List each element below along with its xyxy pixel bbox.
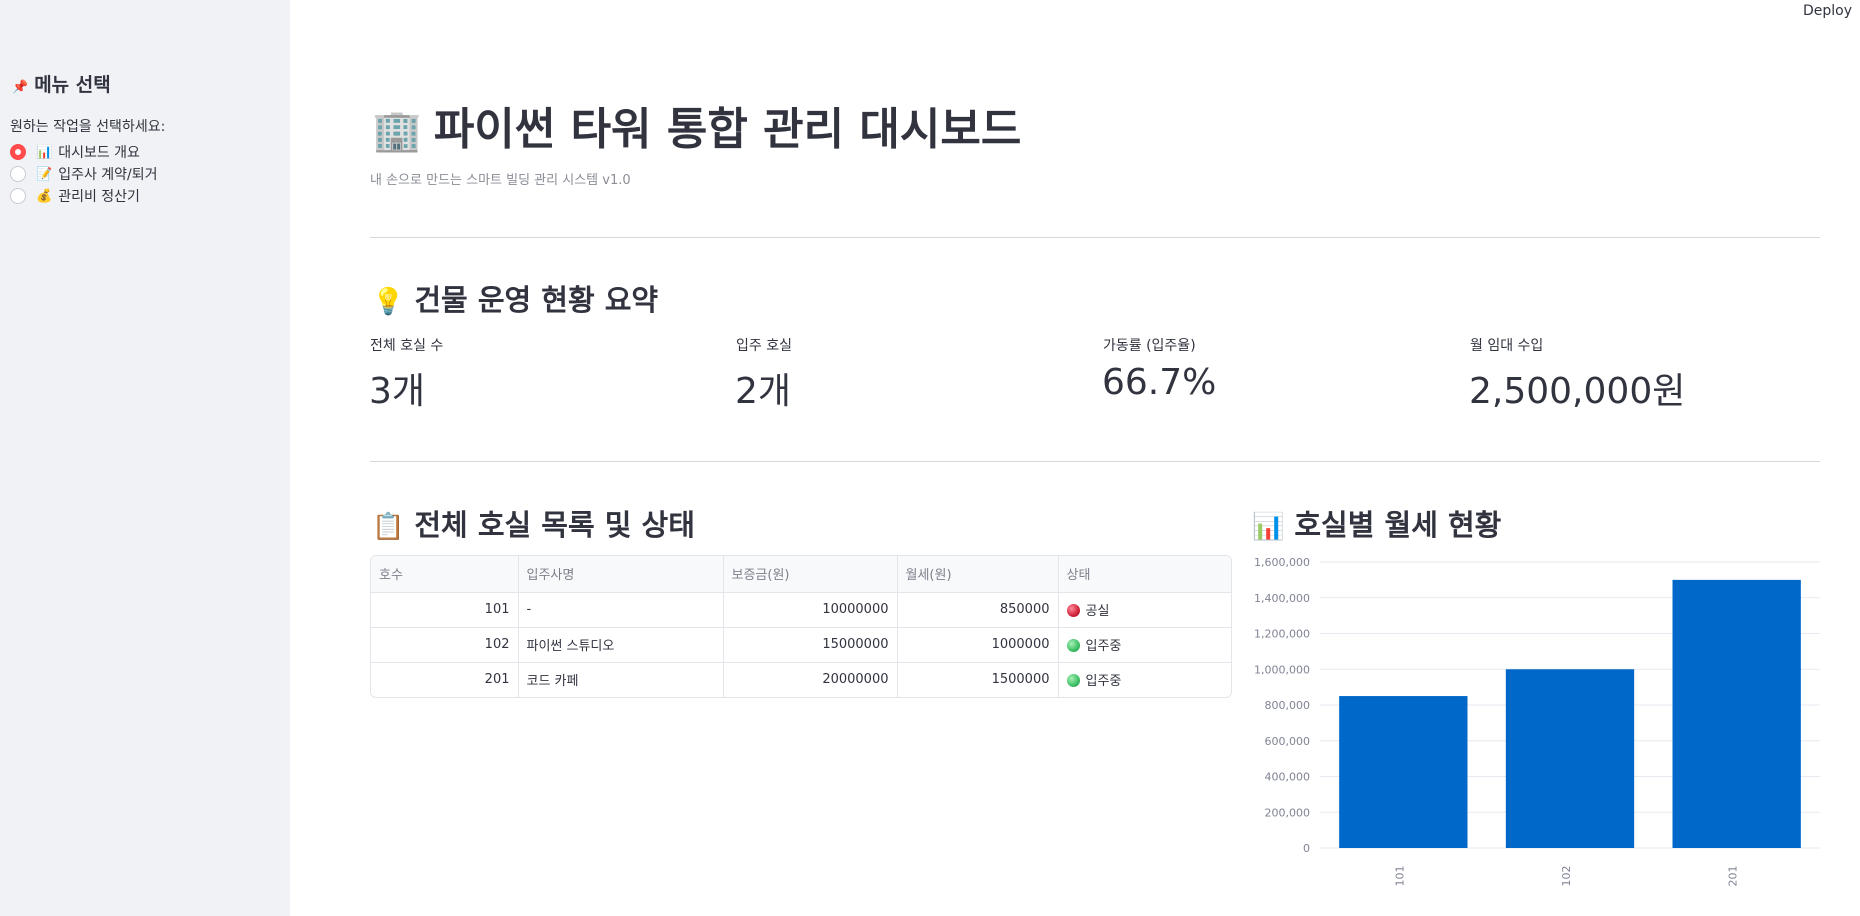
- table-row: 101 - 10000000 850000 공실: [371, 592, 1231, 628]
- y-tick-label: 1,200,000: [1254, 628, 1310, 641]
- x-tick-label: 101: [1393, 866, 1406, 887]
- metric-label-occupancy-rate: 가동률 (입주율): [1103, 338, 1196, 354]
- rent-bar-chart[interactable]: 0 200,000 400,000 600,000 800,000 1,000,000 1,…: [1240, 550, 1830, 900]
- status-text: 입주중: [1085, 639, 1122, 654]
- y-tick-label: 800,000: [1265, 699, 1311, 712]
- bar-102[interactable]: [1505, 669, 1635, 848]
- cell-deposit[interactable]: 20000000: [723, 662, 898, 697]
- x-tick-label: 102: [1560, 866, 1573, 887]
- menu-option-tenant-contract[interactable]: 📝 입주사 계약/퇴거: [10, 164, 158, 184]
- office-building-icon: 🏢: [372, 108, 422, 154]
- rooms-heading: 📋 전체 호실 목록 및 상태: [372, 502, 695, 544]
- cell-room[interactable]: 201: [371, 662, 519, 697]
- y-tick-label: 1,400,000: [1254, 592, 1310, 605]
- rooms-heading-text: 전체 호실 목록 및 상태: [414, 508, 695, 542]
- cell-status[interactable]: 공실: [1058, 592, 1231, 628]
- y-tick-label: 200,000: [1265, 806, 1311, 819]
- metric-label-occupied-rooms: 입주 호실: [736, 338, 792, 354]
- deploy-button[interactable]: Deploy: [1803, 3, 1852, 19]
- metric-label-monthly-income: 월 임대 수입: [1470, 338, 1544, 354]
- menu-option-dashboard[interactable]: 📊 대시보드 개요: [10, 142, 140, 162]
- sidebar-title: 📌 메뉴 선택: [12, 70, 111, 97]
- pushpin-icon: 📌: [12, 80, 29, 95]
- memo-icon: 📝: [36, 166, 53, 182]
- bar-101[interactable]: [1339, 696, 1468, 848]
- light-bulb-icon: 💡: [372, 287, 405, 317]
- menu-option-label: 관리비 정산기: [58, 189, 140, 205]
- summary-heading-text: 건물 운영 현황 요약: [414, 283, 659, 317]
- column-header-rent[interactable]: 월세(원): [897, 556, 1059, 593]
- column-header-tenant[interactable]: 입주사명: [518, 556, 724, 593]
- metric-label-total-rooms: 전체 호실 수: [370, 338, 444, 354]
- cell-rent[interactable]: 1500000: [897, 662, 1059, 697]
- column-header-room[interactable]: 호수: [371, 556, 519, 593]
- radio-unchecked-icon[interactable]: [10, 166, 26, 182]
- page-title: 🏢 파이썬 타워 통합 관리 대시보드: [372, 93, 1021, 157]
- y-tick-label: 1,000,000: [1254, 663, 1310, 676]
- y-tick-label: 0: [1303, 842, 1310, 855]
- divider: [370, 237, 1820, 238]
- cell-room[interactable]: 102: [371, 627, 519, 663]
- table-row: 102 파이썬 스튜디오 15000000 1000000 입주중: [371, 627, 1231, 663]
- y-tick-label: 1,600,000: [1254, 556, 1310, 569]
- column-header-status[interactable]: 상태: [1058, 556, 1231, 593]
- cell-status[interactable]: 입주중: [1058, 662, 1231, 697]
- cell-tenant[interactable]: 파이썬 스튜디오: [518, 627, 724, 663]
- metric-value-occupancy-rate: 66.7%: [1102, 362, 1217, 403]
- summary-heading: 💡 건물 운영 현황 요약: [372, 277, 658, 319]
- status-text: 입주중: [1085, 674, 1122, 690]
- cell-tenant[interactable]: 코드 카페: [518, 662, 724, 697]
- cell-rent[interactable]: 1000000: [897, 627, 1059, 663]
- metric-value-monthly-income: 2,500,000원: [1469, 371, 1686, 412]
- metric-value-occupied-rooms: 2개: [735, 371, 792, 412]
- clipboard-icon: 📋: [372, 512, 405, 542]
- divider: [370, 461, 1820, 462]
- y-tick-label: 400,000: [1265, 771, 1311, 784]
- x-tick-label: 201: [1727, 866, 1740, 887]
- cell-room[interactable]: 101: [371, 592, 519, 628]
- cell-deposit[interactable]: 15000000: [723, 627, 898, 663]
- rooms-table[interactable]: 호수 입주사명 보증금(원) 월세(원) 상태 101 - 10000000 8…: [370, 555, 1232, 698]
- cell-tenant[interactable]: -: [518, 592, 724, 628]
- y-tick-label: 600,000: [1265, 735, 1311, 748]
- cell-deposit[interactable]: 10000000: [723, 592, 898, 628]
- money-bag-icon: 💰: [36, 188, 53, 204]
- red-circle-icon: [1066, 604, 1080, 617]
- rent-chart-heading: 📊 호실별 월세 현황: [1252, 502, 1501, 544]
- table-row: 201 코드 카페 20000000 1500000 입주중: [371, 662, 1231, 697]
- sidebar-title-text: 메뉴 선택: [34, 74, 111, 96]
- status-text: 공실: [1085, 604, 1110, 619]
- menu-prompt: 원하는 작업을 선택하세요:: [10, 119, 166, 135]
- bar-chart-icon: 📊: [36, 144, 53, 160]
- column-header-deposit[interactable]: 보증금(원): [723, 556, 898, 593]
- menu-option-label: 대시보드 개요: [58, 145, 140, 161]
- menu-option-fee-calculator[interactable]: 💰 관리비 정산기: [10, 186, 140, 206]
- page-subtitle: 내 손으로 만드는 스마트 빌딩 관리 시스템 v1.0: [370, 173, 631, 188]
- green-circle-icon: [1066, 639, 1080, 652]
- cell-status[interactable]: 입주중: [1058, 627, 1231, 663]
- table-header-row: 호수 입주사명 보증금(원) 월세(원) 상태: [371, 556, 1231, 593]
- bar-chart-icon: 📊: [1252, 512, 1285, 542]
- bar-201[interactable]: [1672, 579, 1801, 848]
- green-circle-icon: [1066, 674, 1080, 688]
- sidebar: 📌 메뉴 선택 원하는 작업을 선택하세요: 📊 대시보드 개요 📝 입주사 계약…: [0, 0, 290, 916]
- radio-unchecked-icon[interactable]: [10, 188, 26, 204]
- menu-option-label: 입주사 계약/퇴거: [58, 167, 158, 183]
- page-title-text: 파이썬 타워 통합 관리 대시보드: [433, 104, 1022, 155]
- rent-chart-heading-text: 호실별 월세 현황: [1294, 508, 1502, 542]
- cell-rent[interactable]: 850000: [897, 592, 1059, 628]
- metric-value-total-rooms: 3개: [369, 371, 426, 412]
- radio-checked-icon[interactable]: [10, 144, 26, 160]
